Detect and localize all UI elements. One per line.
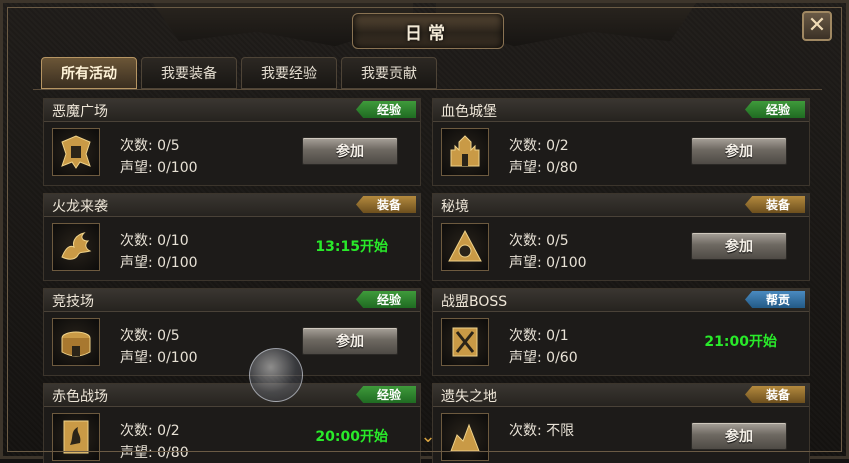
daily-window: 日常 ✕ 所有活动 我要装备 我要经验 我要贡献 恶魔广场 经验 次数: 0/5… [0,0,849,463]
attempt-count: 次数: 0/5 [120,328,180,344]
floating-orb-button[interactable] [249,348,303,402]
reputation: 声望: 0/100 [509,255,587,271]
activity-card: 血色城堡 经验 次数: 0/2 声望: 0/80 参加 [432,98,810,186]
join-button[interactable]: 参加 [691,137,787,165]
attempt-count: 次数: 0/1 [509,328,569,344]
activity-card: 火龙来袭 装备 次数: 0/10 声望: 0/100 13:15开始 [43,193,421,281]
castle-icon [441,128,489,176]
attempt-count: 次数: 0/10 [120,233,189,249]
activity-card: 赤色战场 经验 次数: 0/2 声望: 0/80 20:00开始 [43,383,421,463]
reputation: 声望: 0/100 [120,350,198,366]
scroll-down-icon[interactable]: ⌄ [415,428,441,446]
activity-card: 秘境 装备 次数: 0/5 声望: 0/100 参加 [432,193,810,281]
activity-name: 血色城堡 [441,104,497,120]
reputation: 声望: 0/100 [120,255,198,271]
activity-card: 战盟BOSS 帮贡 次数: 0/1 声望: 0/60 21:00开始 [432,288,810,376]
start-time: 13:15开始 [315,239,388,255]
attempt-count: 次数: 0/5 [120,138,180,154]
reputation: 声望: 0/60 [509,350,578,366]
activity-tag: 装备 [356,196,416,213]
activity-card: 遗失之地 装备 次数: 不限 参加 [432,383,810,463]
attempt-count: 次数: 0/2 [509,138,569,154]
card-header: 血色城堡 经验 [433,99,809,122]
activity-tag: 经验 [356,386,416,403]
join-button[interactable]: 参加 [302,137,398,165]
activity-tag: 帮贡 [745,291,805,308]
reputation: 声望: 0/80 [509,160,578,176]
start-time: 20:00开始 [315,429,388,445]
reputation: 声望: 0/100 [120,160,198,176]
tab-all-activities[interactable]: 所有活动 [41,57,137,89]
demon-square-icon [52,128,100,176]
tab-bar: 所有活动 我要装备 我要经验 我要贡献 [41,57,437,89]
join-button[interactable]: 参加 [691,232,787,260]
card-header: 火龙来袭 装备 [44,194,420,217]
start-time: 21:00开始 [704,334,777,350]
activity-name: 恶魔广场 [52,104,108,120]
activity-name: 火龙来袭 [52,199,108,215]
reputation: 声望: 0/80 [120,445,189,461]
tab-experience[interactable]: 我要经验 [241,57,337,89]
activity-card: 竞技场 经验 次数: 0/5 声望: 0/100 参加 [43,288,421,376]
activity-tag: 经验 [356,291,416,308]
join-button[interactable]: 参加 [302,327,398,355]
activity-name: 遗失之地 [441,389,497,405]
window-title: 日常 [352,13,504,49]
tab-equipment[interactable]: 我要装备 [141,57,237,89]
card-header: 秘境 装备 [433,194,809,217]
dragon-icon [52,223,100,271]
card-header: 战盟BOSS 帮贡 [433,289,809,312]
tab-contribution[interactable]: 我要贡献 [341,57,437,89]
join-button[interactable]: 参加 [691,422,787,450]
red-battlefield-icon [52,413,100,461]
lost-land-icon [441,413,489,461]
activity-tag: 经验 [745,101,805,118]
close-button[interactable]: ✕ [802,11,832,41]
card-header: 竞技场 经验 [44,289,420,312]
activity-name: 赤色战场 [52,389,108,405]
card-header: 赤色战场 经验 [44,384,420,407]
secret-realm-icon [441,223,489,271]
activity-list: 恶魔广场 经验 次数: 0/5 声望: 0/100 参加 血色城堡 经验 次数:… [33,89,822,463]
activity-name: 秘境 [441,199,469,215]
activity-name: 战盟BOSS [441,294,508,310]
activity-tag: 装备 [745,196,805,213]
arena-icon [52,318,100,366]
card-header: 遗失之地 装备 [433,384,809,407]
activity-tag: 装备 [745,386,805,403]
attempt-count: 次数: 0/5 [509,233,569,249]
activity-name: 竞技场 [52,294,94,310]
attempt-count: 次数: 不限 [509,423,575,439]
activity-tag: 经验 [356,101,416,118]
activity-card: 恶魔广场 经验 次数: 0/5 声望: 0/100 参加 [43,98,421,186]
attempt-count: 次数: 0/2 [120,423,180,439]
guild-boss-icon [441,318,489,366]
card-header: 恶魔广场 经验 [44,99,420,122]
